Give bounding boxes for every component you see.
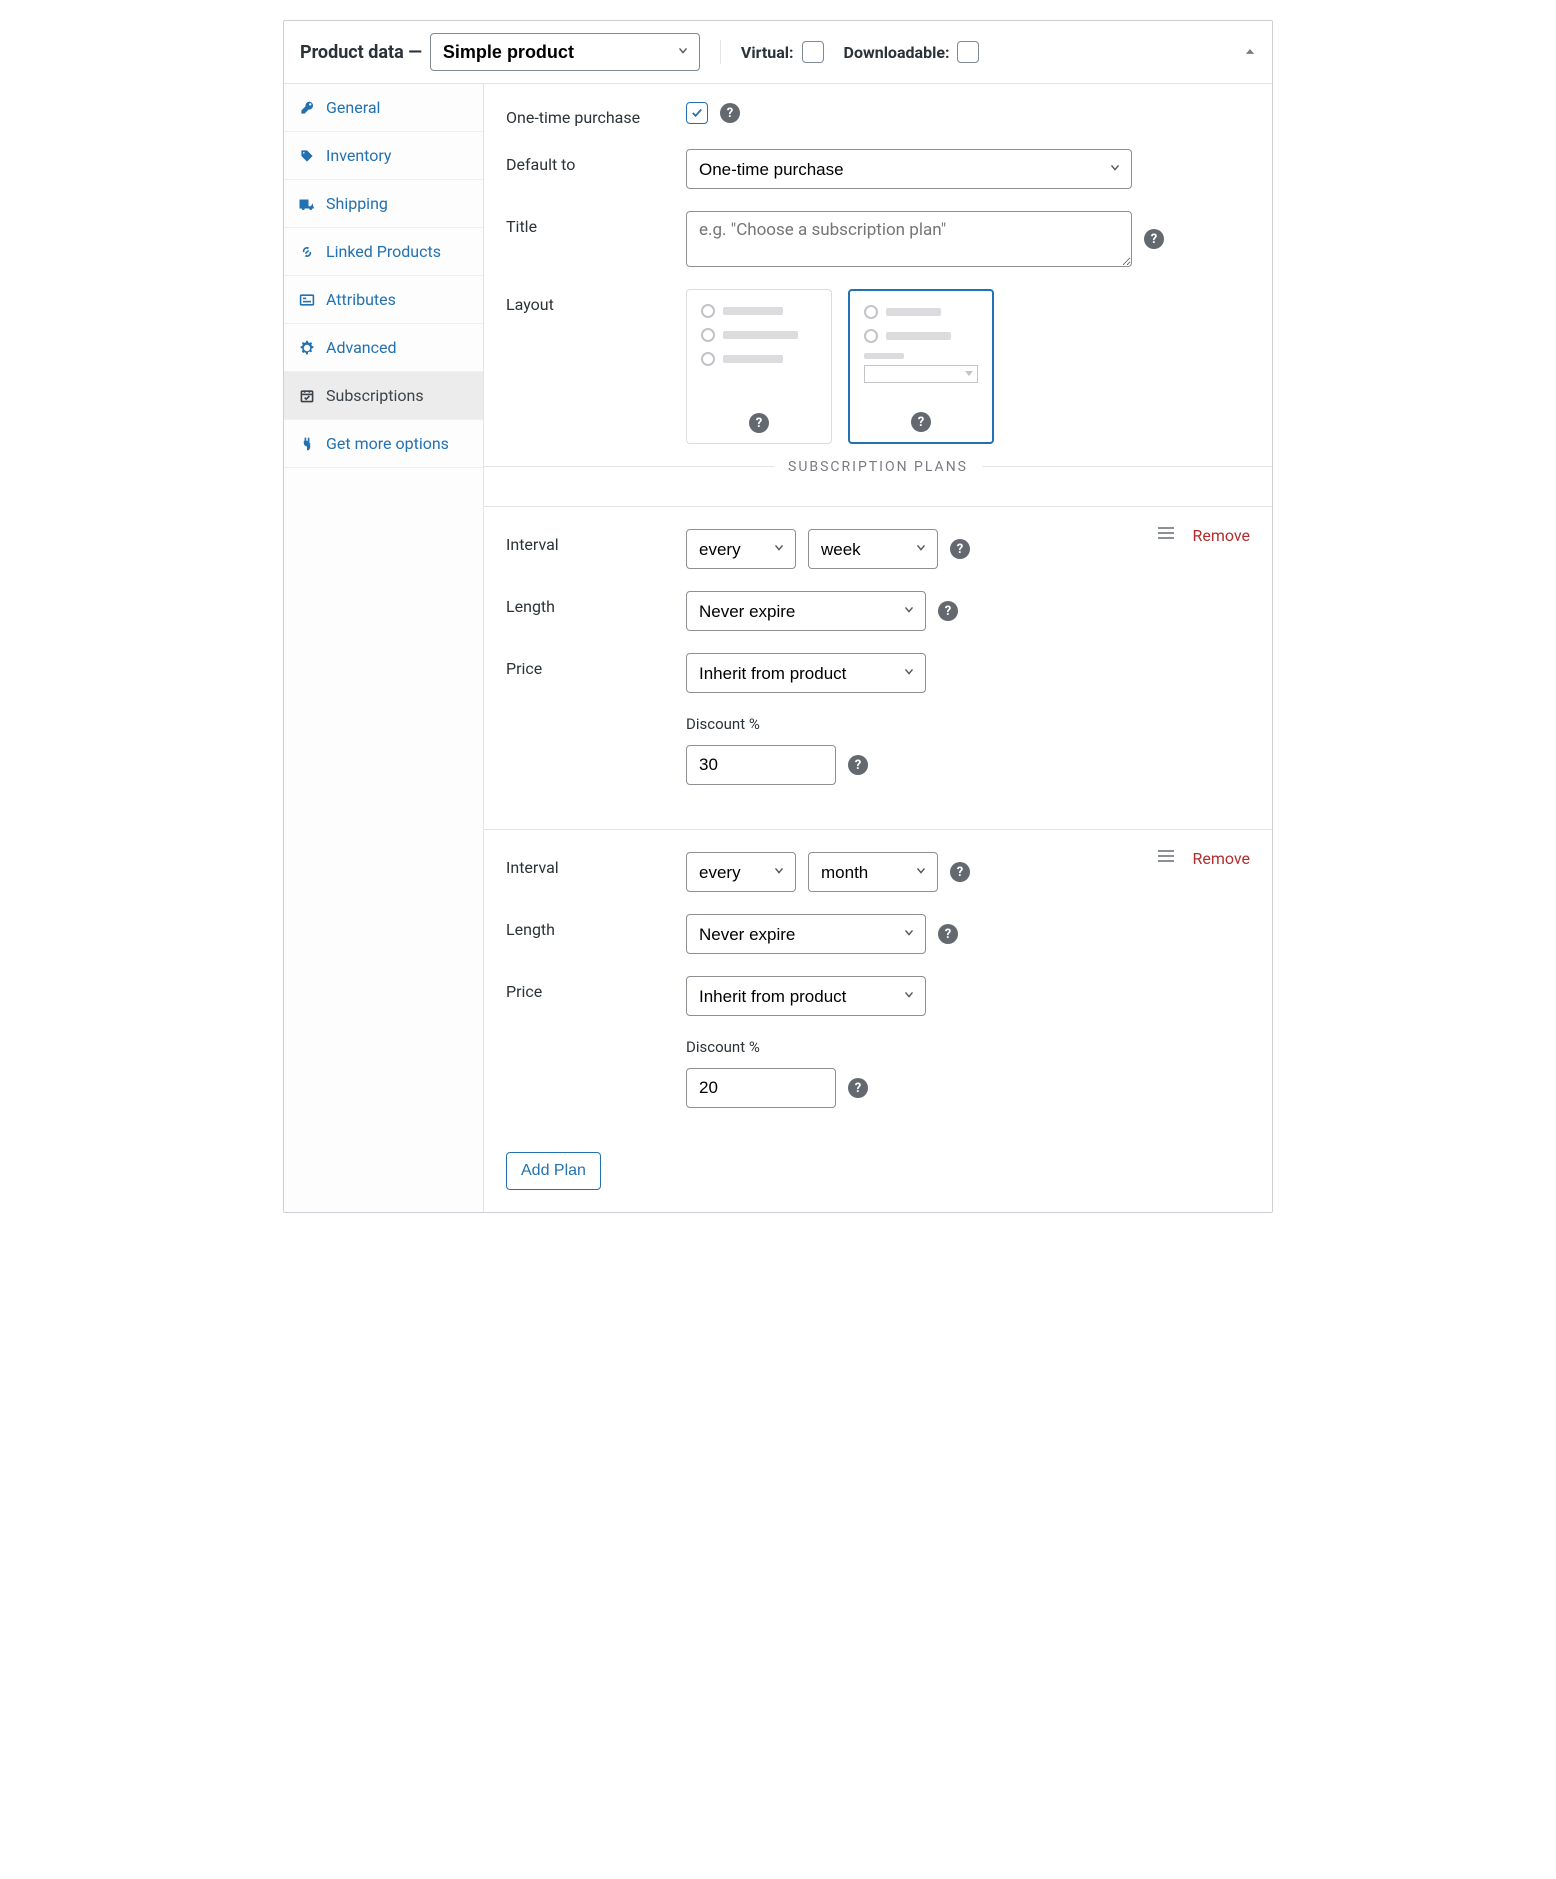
help-icon[interactable]: ? xyxy=(938,924,958,944)
field-label: Length xyxy=(506,914,686,939)
downloadable-toggle[interactable]: Downloadable: xyxy=(844,41,980,63)
downloadable-checkbox[interactable] xyxy=(957,41,979,63)
price-select[interactable]: Inherit from product xyxy=(686,653,926,693)
virtual-checkbox[interactable] xyxy=(802,41,824,63)
title-row: Title ? xyxy=(506,211,1250,267)
discount-row: Discount %? xyxy=(506,1038,1250,1108)
default-to-row: Default to One-time purchase xyxy=(506,149,1250,189)
length-select[interactable]: Never expire xyxy=(686,914,926,954)
panel-body: General Inventory Shipping Linked Products A… xyxy=(284,84,1272,1212)
discount-input[interactable] xyxy=(686,1068,836,1108)
tag-icon xyxy=(298,148,316,164)
discount-input[interactable] xyxy=(686,745,836,785)
sidebar-item-attributes[interactable]: Attributes xyxy=(284,276,483,324)
plans-divider: SUBSCRIPTION PLANS xyxy=(484,466,1272,486)
virtual-toggle[interactable]: Virtual: xyxy=(741,41,824,63)
sidebar-item-general[interactable]: General xyxy=(284,84,483,132)
plan-field-row: PriceInherit from product xyxy=(506,653,1250,693)
sidebar-item-label: Linked Products xyxy=(326,242,441,261)
product-type-select[interactable]: Simple product xyxy=(430,33,700,71)
id-icon xyxy=(298,292,316,308)
length-select[interactable]: Never expire xyxy=(686,591,926,631)
sidebar-item-subscriptions[interactable]: Subscriptions xyxy=(284,372,483,420)
sidebar-item-label: Subscriptions xyxy=(326,386,424,405)
layout-row: Layout ? xyxy=(506,289,1250,444)
panel-header: Product data — Simple product Virtual: D… xyxy=(284,21,1272,84)
help-icon[interactable]: ? xyxy=(1144,229,1164,249)
downloadable-label: Downloadable: xyxy=(844,43,950,62)
one-time-label: One-time purchase xyxy=(506,102,686,127)
layout-option-dropdown[interactable]: ? xyxy=(848,289,994,444)
remove-plan-link[interactable]: Remove xyxy=(1192,849,1250,868)
virtual-label: Virtual: xyxy=(741,43,794,62)
truck-icon xyxy=(298,196,316,212)
sidebar-item-label: General xyxy=(326,98,380,117)
panel-title: Product data — xyxy=(300,42,422,63)
layout-option-list[interactable]: ? xyxy=(686,289,832,444)
plan-block: RemoveIntervaleveryweek?LengthNever expi… xyxy=(484,506,1272,829)
help-icon[interactable]: ? xyxy=(950,862,970,882)
field-label: Length xyxy=(506,591,686,616)
interval-unit-select[interactable]: week xyxy=(808,529,938,569)
plan-field-row: Intervalevery month? xyxy=(506,852,1250,892)
sidebar-item-advanced[interactable]: Advanced xyxy=(284,324,483,372)
discount-row: Discount %? xyxy=(506,715,1250,785)
sidebar-item-shipping[interactable]: Shipping xyxy=(284,180,483,228)
discount-label: Discount % xyxy=(686,715,760,733)
title-input[interactable] xyxy=(686,211,1132,267)
interval-freq-select[interactable]: every xyxy=(686,529,796,569)
plan-field-row: Intervalevery week? xyxy=(506,529,1250,569)
help-icon[interactable]: ? xyxy=(720,103,740,123)
discount-label: Discount % xyxy=(686,1038,760,1056)
separator xyxy=(720,40,721,64)
field-label: Interval xyxy=(506,852,686,877)
drag-handle-icon[interactable] xyxy=(1156,848,1176,868)
drag-handle-icon[interactable] xyxy=(1156,525,1176,545)
title-label: Title xyxy=(506,211,686,236)
gear-icon xyxy=(298,340,316,356)
plan-field-row: PriceInherit from product xyxy=(506,976,1250,1016)
help-icon[interactable]: ? xyxy=(848,755,868,775)
wrench-icon xyxy=(298,100,316,116)
plug-icon xyxy=(298,436,316,452)
help-icon[interactable]: ? xyxy=(848,1078,868,1098)
sidebar-item-label: Inventory xyxy=(326,146,392,165)
add-plan-button[interactable]: Add Plan xyxy=(506,1152,601,1190)
plans-divider-label: SUBSCRIPTION PLANS xyxy=(774,459,982,475)
layout-label: Layout xyxy=(506,289,686,314)
help-icon[interactable]: ? xyxy=(938,601,958,621)
sidebar: General Inventory Shipping Linked Products A… xyxy=(284,84,484,1212)
sidebar-item-get-more-options[interactable]: Get more options xyxy=(284,420,483,468)
sidebar-item-label: Shipping xyxy=(326,194,388,213)
product-data-panel: Product data — Simple product Virtual: D… xyxy=(283,20,1273,1213)
sidebar-item-linked-products[interactable]: Linked Products xyxy=(284,228,483,276)
plan-field-row: LengthNever expire? xyxy=(506,914,1250,954)
calendar-icon xyxy=(298,388,316,404)
sidebar-item-inventory[interactable]: Inventory xyxy=(284,132,483,180)
layout-options: ? ? xyxy=(686,289,994,444)
field-label: Price xyxy=(506,976,686,1001)
collapse-toggle-icon[interactable] xyxy=(1244,43,1256,62)
sidebar-item-label: Attributes xyxy=(326,290,396,309)
help-icon[interactable]: ? xyxy=(950,539,970,559)
sidebar-item-label: Advanced xyxy=(326,338,397,357)
plan-block: RemoveIntervaleverymonth?LengthNever exp… xyxy=(484,829,1272,1152)
plan-field-row: LengthNever expire? xyxy=(506,591,1250,631)
default-to-select[interactable]: One-time purchase xyxy=(686,149,1132,189)
default-to-label: Default to xyxy=(506,149,686,174)
field-label: Interval xyxy=(506,529,686,554)
sidebar-item-label: Get more options xyxy=(326,434,449,453)
content-area: One-time purchase ? Default to One-time … xyxy=(484,84,1272,1212)
interval-freq-select[interactable]: every xyxy=(686,852,796,892)
one-time-checkbox[interactable] xyxy=(686,102,708,124)
field-label: Price xyxy=(506,653,686,678)
price-select[interactable]: Inherit from product xyxy=(686,976,926,1016)
remove-plan-link[interactable]: Remove xyxy=(1192,526,1250,545)
help-icon[interactable]: ? xyxy=(911,412,931,432)
link-icon xyxy=(298,244,316,260)
interval-unit-select[interactable]: month xyxy=(808,852,938,892)
help-icon[interactable]: ? xyxy=(749,413,769,433)
one-time-row: One-time purchase ? xyxy=(506,102,1250,127)
